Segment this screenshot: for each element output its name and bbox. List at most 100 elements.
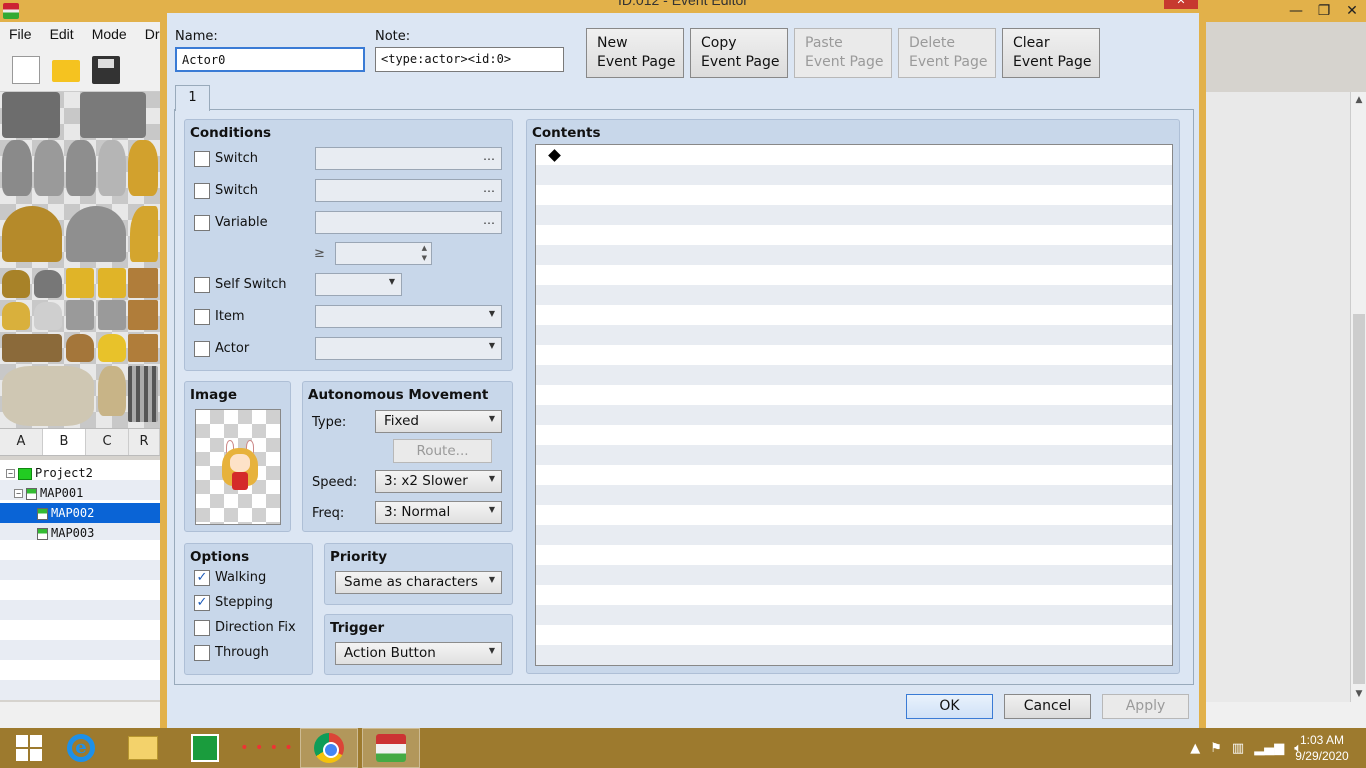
- ok-button[interactable]: OK: [906, 694, 993, 719]
- movement-freq-dropdown[interactable]: 3: Normal ▼: [375, 501, 502, 524]
- item-dropdown[interactable]: ▼: [315, 305, 502, 328]
- minimize-button[interactable]: —: [1282, 0, 1310, 22]
- clear-event-page-button[interactable]: Clear Event Page: [1002, 28, 1100, 78]
- scroll-up-icon[interactable]: ▲: [1351, 92, 1366, 108]
- options-title: Options: [190, 549, 250, 565]
- system-tray: ▲ ⚑ ▥ ▂▄▆ 🔈︎: [1190, 728, 1302, 768]
- tree-item-map002[interactable]: MAP002: [0, 503, 160, 523]
- clock-time: 1:03 AM: [1299, 733, 1345, 747]
- self-switch-checkbox[interactable]: [194, 277, 210, 293]
- map-icon: [26, 487, 37, 500]
- menu-file[interactable]: File: [0, 26, 41, 42]
- scroll-thumb[interactable]: [1353, 314, 1365, 684]
- self-switch-dropdown[interactable]: ▼: [315, 273, 402, 296]
- restore-button[interactable]: ❐: [1310, 0, 1338, 22]
- variable-checkbox[interactable]: [194, 215, 210, 231]
- switch2-checkbox[interactable]: [194, 183, 210, 199]
- save-project-icon[interactable]: [92, 56, 120, 84]
- spin-up-icon[interactable]: ▲: [422, 244, 427, 252]
- map-vertical-scrollbar[interactable]: ▲ ▼: [1350, 92, 1366, 702]
- direction-fix-checkbox[interactable]: [194, 620, 210, 636]
- actor-checkbox[interactable]: [194, 341, 210, 357]
- tileset-tab-r[interactable]: R: [129, 429, 160, 455]
- map-tree: − Project2 − MAP001 MAP002 MAP003: [0, 460, 160, 700]
- taskbar-chrome[interactable]: [300, 728, 358, 768]
- rpg-maker-icon: [376, 734, 406, 762]
- file-explorer-icon: [128, 736, 158, 760]
- tile-grate: [128, 366, 158, 422]
- chevron-down-icon: ▼: [488, 341, 495, 350]
- dialog-close-button[interactable]: ✕: [1164, 0, 1198, 9]
- menu-edit[interactable]: Edit: [41, 26, 83, 42]
- walking-checkbox[interactable]: ✓: [194, 570, 210, 586]
- variable-selector[interactable]: …: [315, 211, 502, 234]
- item-checkbox[interactable]: [194, 309, 210, 325]
- collapse-icon[interactable]: −: [14, 489, 23, 498]
- note-label: Note:: [375, 29, 411, 44]
- menu-mode[interactable]: Mode: [83, 26, 136, 42]
- stepping-label: Stepping: [215, 595, 273, 610]
- spin-down-icon[interactable]: ▼: [422, 254, 427, 262]
- network-icon[interactable]: ▂▄▆: [1254, 741, 1284, 756]
- priority-dropdown[interactable]: Same as characters ▼: [335, 571, 502, 594]
- note-field[interactable]: <type:actor><id:0>: [375, 47, 564, 72]
- tile-bones: [2, 366, 94, 426]
- taskbar-explorer[interactable]: [114, 728, 172, 768]
- tileset-palette[interactable]: [0, 92, 160, 428]
- tree-item-map001[interactable]: − MAP001: [0, 483, 160, 503]
- tileset-tab-c[interactable]: C: [86, 429, 129, 455]
- copy-event-page-button[interactable]: Copy Event Page: [690, 28, 788, 78]
- priority-group: Priority Same as characters ▼: [324, 543, 513, 605]
- event-command-list[interactable]: [535, 144, 1173, 666]
- stepping-checkbox[interactable]: ✓: [194, 595, 210, 611]
- switch1-label: Switch: [215, 151, 258, 166]
- devices-icon[interactable]: ▥: [1232, 741, 1244, 756]
- tile-crate: [128, 300, 158, 330]
- new-event-page-button[interactable]: New Event Page: [586, 28, 684, 78]
- taskbar-app[interactable]: • • • •: [238, 728, 296, 768]
- apply-button[interactable]: Apply: [1102, 694, 1189, 719]
- tree-item-map003[interactable]: MAP003: [0, 523, 160, 543]
- switch1-checkbox[interactable]: [194, 151, 210, 167]
- clock[interactable]: 1:03 AM 9/29/2020: [1292, 732, 1352, 764]
- show-hidden-icons-icon[interactable]: ▲: [1190, 741, 1200, 756]
- actor-dropdown[interactable]: ▼: [315, 337, 502, 360]
- movement-speed-dropdown[interactable]: 3: x2 Slower ▼: [375, 470, 502, 493]
- tile-silver-pile: [66, 206, 126, 262]
- taskbar-rpgmaker[interactable]: [362, 728, 420, 768]
- collapse-icon[interactable]: −: [6, 469, 15, 478]
- tab-page-1[interactable]: 1: [175, 85, 210, 111]
- start-button[interactable]: [0, 728, 58, 768]
- delete-event-page-button[interactable]: Delete Event Page: [898, 28, 996, 78]
- switch1-selector[interactable]: …: [315, 147, 502, 170]
- through-checkbox[interactable]: [194, 645, 210, 661]
- image-group: Image: [184, 381, 291, 532]
- paste-event-page-button[interactable]: Paste Event Page: [794, 28, 892, 78]
- tree-item-project[interactable]: − Project2: [0, 463, 160, 483]
- close-button[interactable]: ✕: [1338, 0, 1366, 22]
- new-project-icon[interactable]: [12, 56, 40, 84]
- tileset-tab-b[interactable]: B: [43, 429, 86, 455]
- scroll-down-icon[interactable]: ▼: [1351, 686, 1366, 702]
- trigger-dropdown[interactable]: Action Button ▼: [335, 642, 502, 665]
- tile-ore: [34, 270, 62, 298]
- tile-gold-pile: [130, 206, 158, 262]
- map-view[interactable]: [1206, 92, 1366, 702]
- route-button[interactable]: Route...: [393, 439, 492, 463]
- switch2-selector[interactable]: …: [315, 179, 502, 202]
- open-project-icon[interactable]: [52, 60, 80, 82]
- ellipsis-icon: …: [483, 149, 495, 163]
- cancel-button[interactable]: Cancel: [1004, 694, 1091, 719]
- taskbar-ie[interactable]: e: [52, 728, 110, 768]
- tile-throne: [80, 92, 146, 138]
- tile-crate: [128, 334, 158, 362]
- event-image-preview[interactable]: [195, 409, 281, 525]
- flag-icon[interactable]: ⚑: [1210, 741, 1222, 756]
- variable-value-spinner[interactable]: ▲ ▼: [335, 242, 432, 265]
- tile-ore: [34, 302, 62, 330]
- movement-type-dropdown[interactable]: Fixed ▼: [375, 410, 502, 433]
- tileset-tab-a[interactable]: A: [0, 429, 43, 455]
- taskbar-store[interactable]: [176, 728, 234, 768]
- speed-label: Speed:: [312, 475, 358, 490]
- name-field[interactable]: Actor0: [175, 47, 365, 72]
